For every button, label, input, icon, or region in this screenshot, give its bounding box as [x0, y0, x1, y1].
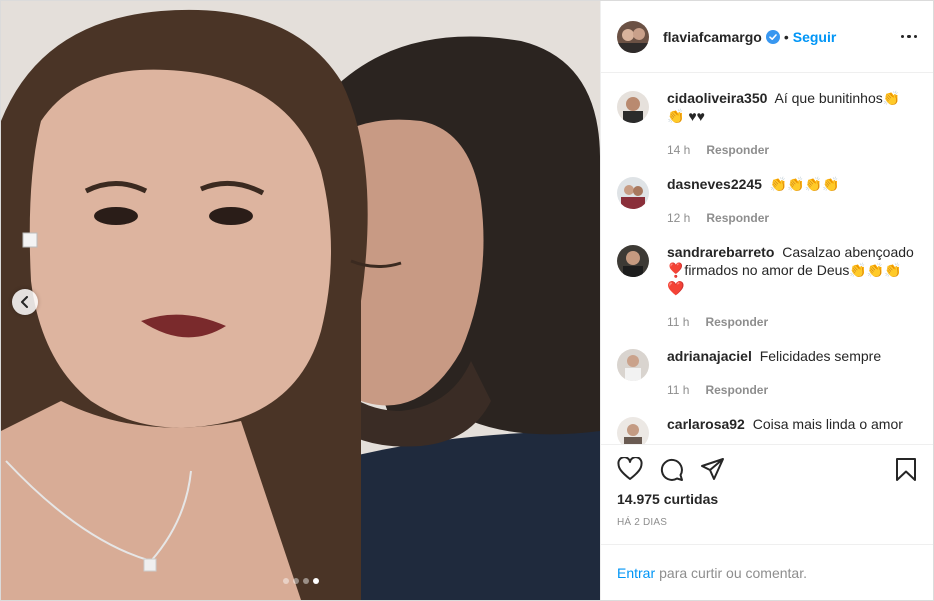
comment-text: 👏👏👏👏 [769, 176, 840, 192]
more-options-icon[interactable] [900, 34, 917, 39]
commenter-avatar[interactable] [617, 91, 649, 123]
post-header: flaviafcamargo • Seguir [601, 1, 933, 73]
reply-button[interactable]: Responder [705, 381, 768, 399]
post-side-panel: flaviafcamargo • Seguir cidaoliveira350 [600, 1, 933, 600]
commenter-avatar[interactable] [617, 245, 649, 277]
share-icon [701, 458, 724, 480]
carousel-dot [282, 578, 289, 584]
comment-item: cidaoliveira350 Aí que bunitinhos👏👏 ♥♥ 1… [617, 89, 917, 159]
comment-icon [660, 458, 683, 481]
reply-button[interactable]: Responder [706, 141, 769, 159]
commenter-avatar-image [617, 91, 649, 123]
comment-username[interactable]: dasneves2245 [667, 176, 762, 192]
comment-time[interactable]: 12 h [667, 209, 690, 227]
comment-meta: 14 h Responder [667, 141, 917, 159]
comment-body: cidaoliveira350 Aí que bunitinhos👏👏 ♥♥ 1… [667, 89, 917, 159]
comment-username[interactable]: carlarosa92 [667, 416, 745, 432]
comment-body: carlarosa92 Coisa mais linda o amor [667, 415, 917, 444]
couple-photo-illustration [1, 1, 600, 600]
comment-body: adrianajaciel Felicidades sempre 11 h Re… [667, 347, 917, 399]
likes-count[interactable]: 14.975 curtidas [617, 491, 917, 507]
comment-item: sandrarebarreto Casalzao abençoado ❣️fir… [617, 243, 917, 331]
login-prompt: Entrar para curtir ou comentar. [601, 544, 933, 600]
comment-text: Coisa mais linda o amor [752, 416, 903, 432]
comment-username[interactable]: adrianajaciel [667, 348, 752, 364]
commenter-avatar[interactable] [617, 177, 649, 209]
comment-time[interactable]: 14 h [667, 141, 690, 159]
post-card: flaviafcamargo • Seguir cidaoliveira350 [0, 0, 934, 601]
carousel-dot [292, 578, 299, 584]
comments-list[interactable]: cidaoliveira350 Aí que bunitinhos👏👏 ♥♥ 1… [601, 73, 933, 444]
comment-meta: 11 h Responder [667, 381, 917, 399]
bookmark-icon [896, 457, 916, 481]
author-username[interactable]: flaviafcamargo [663, 29, 762, 45]
comment-item: dasneves2245 👏👏👏👏 12 h Responder [617, 175, 917, 227]
carousel-dot-active [312, 578, 319, 584]
comment-time[interactable]: 11 h [667, 313, 689, 331]
comment-username[interactable]: sandrarebarreto [667, 244, 774, 260]
like-button[interactable] [617, 457, 643, 481]
save-button[interactable] [895, 457, 917, 482]
comment-time[interactable]: 11 h [667, 381, 689, 399]
login-prompt-text: para curtir ou comentar. [659, 564, 807, 581]
carousel-dot [302, 578, 309, 584]
commenter-avatar[interactable] [617, 417, 649, 444]
commenter-avatar[interactable] [617, 349, 649, 381]
reply-button[interactable]: Responder [706, 209, 769, 227]
chevron-left-icon [21, 296, 28, 308]
comment-meta: 11 h Responder [667, 313, 917, 331]
heart-icon [617, 457, 643, 480]
comment-username[interactable]: cidaoliveira350 [667, 90, 767, 106]
commenter-avatar-image [617, 417, 649, 444]
post-actions: 14.975 curtidas HÁ 2 DIAS [601, 444, 933, 544]
post-timestamp[interactable]: HÁ 2 DIAS [617, 517, 917, 528]
comment-item: carlarosa92 Coisa mais linda o amor [617, 415, 917, 444]
carousel-indicator [1, 578, 600, 584]
comment-body: dasneves2245 👏👏👏👏 12 h Responder [667, 175, 917, 227]
comment-text: Felicidades sempre [759, 348, 882, 364]
login-link[interactable]: Entrar [617, 565, 655, 581]
action-icons [617, 445, 917, 485]
carousel-prev-button[interactable] [12, 289, 38, 315]
comment-body: sandrarebarreto Casalzao abençoado ❣️fir… [667, 243, 917, 331]
commenter-avatar-image [617, 245, 649, 277]
comment-item: adrianajaciel Felicidades sempre 11 h Re… [617, 347, 917, 399]
share-button[interactable] [700, 457, 725, 481]
commenter-avatar-image [617, 177, 649, 209]
follow-button[interactable]: Seguir [793, 29, 837, 45]
post-photo[interactable] [1, 1, 600, 600]
reply-button[interactable]: Responder [705, 313, 768, 331]
verified-badge-icon [765, 29, 780, 44]
header-separator: • [783, 28, 789, 45]
author-avatar-image [617, 20, 649, 53]
commenter-avatar-image [617, 349, 649, 381]
author-avatar[interactable] [617, 20, 649, 53]
comment-button[interactable] [659, 457, 684, 482]
comment-meta: 12 h Responder [667, 209, 917, 227]
